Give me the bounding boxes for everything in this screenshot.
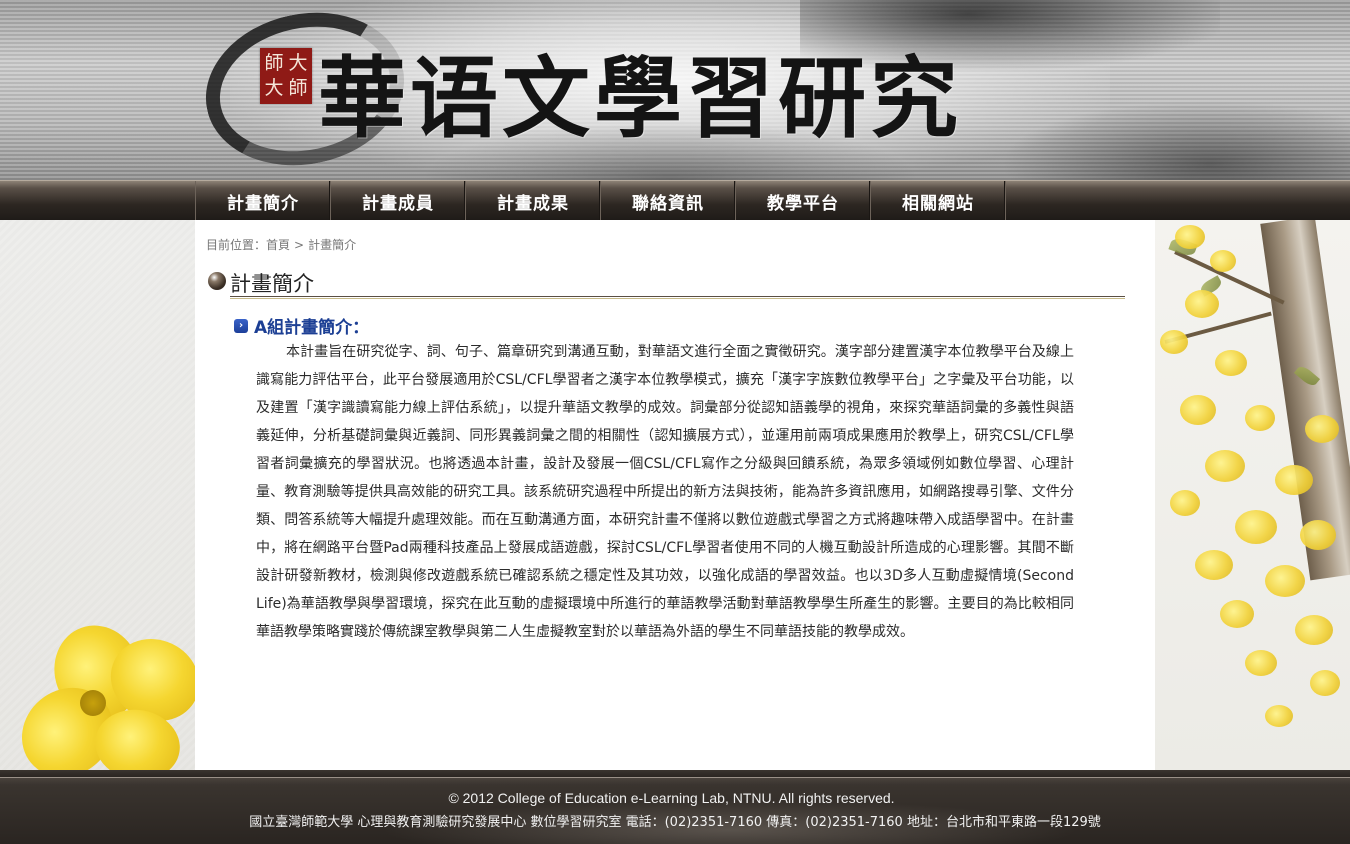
blossom xyxy=(1205,450,1245,482)
blossom xyxy=(1245,405,1275,431)
blossom xyxy=(1210,250,1236,272)
nav-item-overview[interactable]: 計畫簡介 xyxy=(196,181,331,221)
subsection-title: A組計畫簡介： xyxy=(254,318,370,338)
blossom xyxy=(1300,520,1336,550)
site-title[interactable]: 華语文學習研究 xyxy=(318,28,962,155)
main-content: 目前位置：首頁 > 計畫簡介 計畫簡介 › A組計畫簡介： 本計畫旨在研究從字、詞、… xyxy=(195,220,1155,770)
breadcrumb: 目前位置：首頁 > 計畫簡介 xyxy=(206,236,356,253)
subsection-header: › A組計畫簡介： xyxy=(234,313,369,338)
blossom xyxy=(1305,415,1339,443)
bullet-ball-icon xyxy=(208,272,226,290)
right-blossom-decoration xyxy=(1155,220,1350,770)
blossom xyxy=(1185,290,1219,318)
contact-info: 國立臺灣師範大學 心理與教育測驗研究發展中心 數位學習研究室 電話：(02)23… xyxy=(249,815,1101,830)
footer-top-bar xyxy=(0,770,1350,778)
blossom xyxy=(1215,350,1247,376)
project-description: 本計畫旨在研究從字、詞、句子、篇章研究到溝通互動，對華語文進行全面之實徵研究。漢… xyxy=(256,344,1074,640)
header-banner: 師 大 大 師 華语文學習研究 xyxy=(0,0,1350,180)
blossom xyxy=(1265,705,1293,727)
nav-item-members[interactable]: 計畫成員 xyxy=(331,181,466,221)
footer: © 2012 College of Education e-Learning L… xyxy=(0,770,1350,844)
breadcrumb-separator: > xyxy=(294,238,305,252)
nav-item-results[interactable]: 計畫成果 xyxy=(466,181,601,221)
nav-item-contact[interactable]: 聯絡資訊 xyxy=(601,181,736,221)
main-nav: 計畫簡介 計畫成員 計畫成果 聯絡資訊 教學平台 相關網站 xyxy=(195,181,1006,221)
breadcrumb-home-link[interactable]: 首頁 xyxy=(266,238,290,252)
section-title: 計畫簡介 xyxy=(230,272,314,296)
blossom xyxy=(1275,465,1313,495)
blossom xyxy=(1220,600,1254,628)
nav-item-teaching-platform[interactable]: 教學平台 xyxy=(736,181,871,221)
nav-item-related-sites[interactable]: 相關網站 xyxy=(871,181,1006,221)
breadcrumb-current: 計畫簡介 xyxy=(308,238,357,252)
flower-center xyxy=(80,690,106,716)
section-divider xyxy=(230,296,1125,299)
university-seal-logo[interactable]: 師 大 大 師 xyxy=(260,48,312,104)
blossom xyxy=(1265,565,1305,597)
nav-bar: 計畫簡介 計畫成員 計畫成果 聯絡資訊 教學平台 相關網站 xyxy=(0,180,1350,221)
blossom xyxy=(1195,550,1233,580)
left-flower-decoration xyxy=(0,220,195,770)
blossom xyxy=(1295,615,1333,645)
blossom xyxy=(1180,395,1216,425)
breadcrumb-prefix: 目前位置： xyxy=(206,238,267,252)
copyright-text: © 2012 College of Education e-Learning L… xyxy=(448,790,895,806)
blossom xyxy=(1175,225,1205,249)
blossom xyxy=(1160,330,1188,354)
blossom xyxy=(1310,670,1340,696)
ink-splash xyxy=(1000,100,1350,180)
blossom xyxy=(1170,490,1200,516)
blossom xyxy=(1235,510,1277,544)
blossom xyxy=(1245,650,1277,676)
arrow-right-icon: › xyxy=(234,318,248,333)
